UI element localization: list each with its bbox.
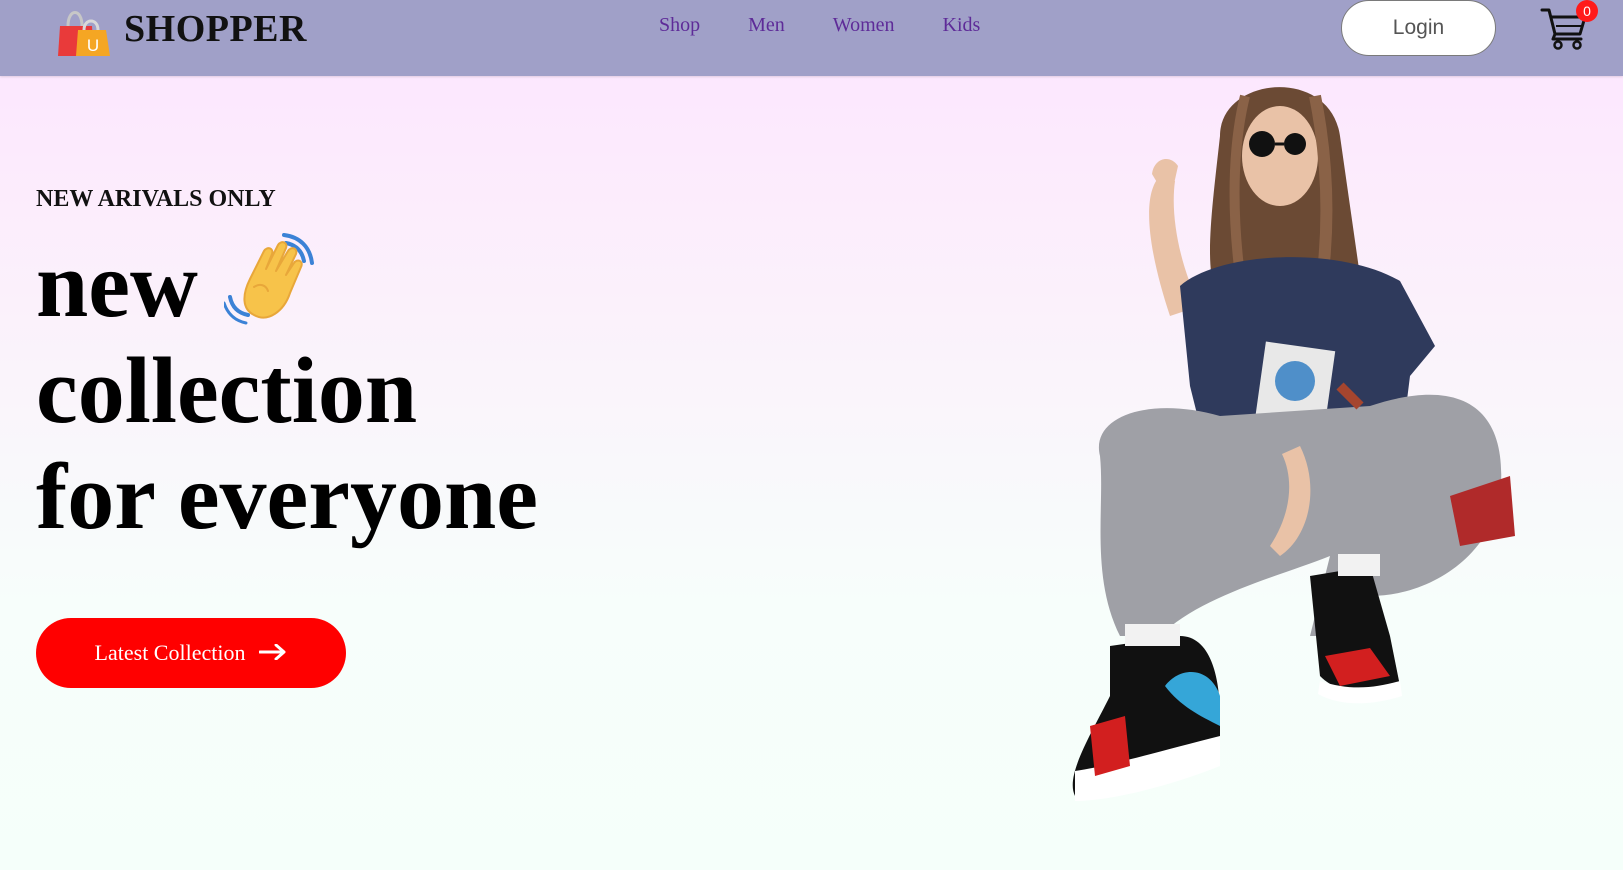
hero-line-3: for everyone [36, 444, 538, 550]
logo-letter: U [87, 36, 99, 55]
shopping-bag-icon: U [52, 0, 112, 58]
nav-item-women[interactable]: Women [833, 14, 895, 37]
arrow-right-icon [258, 640, 287, 666]
nav-item-shop[interactable]: Shop [659, 14, 700, 37]
navbar: U SHOPPER Shop Men Women Kids Login 0 [0, 0, 1623, 76]
hero-heading-line-2: collection [36, 339, 418, 443]
nav-menu: Shop Men Women Kids [659, 14, 980, 37]
logo[interactable]: U SHOPPER [52, 0, 307, 58]
brand-name: SHOPPER [124, 8, 307, 50]
latest-collection-button[interactable]: Latest Collection [36, 618, 346, 688]
hero-heading: new collection for everyone [36, 232, 538, 550]
nav-item-kids[interactable]: Kids [943, 14, 981, 37]
waving-hand-icon [222, 233, 322, 329]
hero-heading-line-1: new [36, 233, 198, 337]
hero-heading-line-3: for everyone [36, 445, 538, 549]
login-button[interactable]: Login [1341, 0, 1496, 56]
hero-line-2: collection [36, 338, 538, 444]
cart-count-badge: 0 [1576, 0, 1598, 22]
nav-item-men[interactable]: Men [748, 14, 785, 37]
hero-line-1: new [36, 232, 538, 338]
latest-collection-label: Latest Collection [94, 640, 246, 665]
hero-tagline: NEW ARIVALS ONLY [36, 186, 276, 212]
hero-model-image [1070, 76, 1570, 836]
